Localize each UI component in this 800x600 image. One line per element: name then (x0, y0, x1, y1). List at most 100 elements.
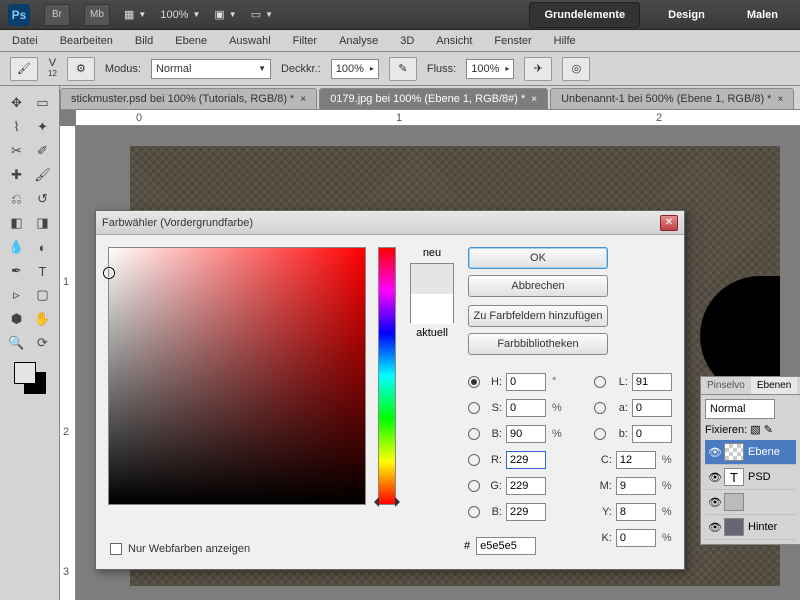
flow-input[interactable]: 100%▸ (466, 59, 514, 79)
screen-mode-dropdown[interactable]: ▭▼ (251, 8, 273, 21)
type-tool[interactable]: T (31, 260, 55, 282)
stamp-tool[interactable]: ⎌ (5, 188, 29, 210)
mode-dropdown[interactable]: Normal▼ (151, 59, 271, 79)
cancel-button[interactable]: Abbrechen (468, 275, 608, 297)
3d-tool[interactable]: ⬢ (5, 308, 29, 330)
input-m[interactable] (616, 477, 656, 495)
dialog-titlebar[interactable]: Farbwähler (Vordergrundfarbe) ✕ (96, 211, 684, 235)
zoom-tool[interactable]: 🔍 (5, 332, 29, 354)
blend-mode-dropdown[interactable]: Normal (705, 399, 775, 419)
input-s[interactable] (506, 399, 546, 417)
radio-lab-b[interactable] (594, 428, 606, 440)
path-tool[interactable]: ▹ (5, 284, 29, 306)
history-brush-tool[interactable]: ↺ (31, 188, 55, 210)
gradient-tool[interactable]: ◨ (31, 212, 55, 234)
workspace-grundelemente[interactable]: Grundelemente (529, 2, 640, 28)
layer-row[interactable]: 👁Hinter (705, 515, 796, 540)
close-icon[interactable]: × (300, 94, 306, 105)
menu-hilfe[interactable]: Hilfe (546, 32, 584, 50)
workspace-design[interactable]: Design (654, 3, 719, 27)
tab-ebenen[interactable]: Ebenen (751, 377, 797, 394)
input-y[interactable] (616, 503, 656, 521)
hue-slider[interactable] (378, 247, 396, 505)
close-icon[interactable]: × (531, 94, 537, 105)
dodge-tool[interactable]: ◐ (31, 236, 55, 258)
hand-tool[interactable]: ✋ (31, 308, 55, 330)
input-a[interactable] (632, 399, 672, 417)
web-colors-checkbox[interactable]: Nur Webfarben anzeigen (110, 543, 250, 555)
crop-tool[interactable]: ✂ (5, 140, 29, 162)
menu-analyse[interactable]: Analyse (331, 32, 386, 50)
layer-row[interactable]: 👁 (705, 490, 796, 515)
rotate-tool[interactable]: ⟳ (31, 332, 55, 354)
input-l[interactable] (632, 373, 672, 391)
menu-bild[interactable]: Bild (127, 32, 161, 50)
input-blue[interactable] (506, 503, 546, 521)
opacity-input[interactable]: 100%▸ (331, 59, 379, 79)
radio-s[interactable] (468, 402, 480, 414)
input-lab-b[interactable] (632, 425, 672, 443)
add-swatch-button[interactable]: Zu Farbfeldern hinzufügen (468, 305, 608, 327)
radio-b[interactable] (468, 428, 480, 440)
view-extras-dropdown[interactable]: ▣▼ (214, 8, 236, 21)
input-brightness[interactable] (506, 425, 546, 443)
menu-filter[interactable]: Filter (285, 32, 325, 50)
shape-tool[interactable]: ▢ (31, 284, 55, 306)
color-libraries-button[interactable]: Farbbibliotheken (468, 333, 608, 355)
menu-auswahl[interactable]: Auswahl (221, 32, 279, 50)
radio-bv[interactable] (468, 506, 480, 518)
tab-pinsel[interactable]: Pinselvo (701, 377, 751, 394)
layer-row[interactable]: 👁TPSD (705, 465, 796, 490)
move-tool[interactable]: ✥ (5, 92, 29, 114)
airbrush-toggle-icon[interactable]: ✈ (524, 57, 552, 81)
menu-datei[interactable]: Datei (4, 32, 46, 50)
brush-tool-icon[interactable]: 🖌 (10, 57, 38, 81)
input-k[interactable] (616, 529, 656, 547)
menu-bearbeiten[interactable]: Bearbeiten (52, 32, 121, 50)
radio-h[interactable] (468, 376, 480, 388)
layer-row[interactable]: 👁Ebene (705, 440, 796, 465)
opacity-pressure-icon[interactable]: ✎ (389, 57, 417, 81)
close-button[interactable]: ✕ (660, 215, 678, 231)
eyedropper-tool[interactable]: ✐ (31, 140, 55, 162)
brush-settings-icon[interactable]: ⚙ (67, 57, 95, 81)
document-tab[interactable]: stickmuster.psd bei 100% (Tutorials, RGB… (60, 88, 317, 109)
menu-ansicht[interactable]: Ansicht (428, 32, 480, 50)
pen-tool[interactable]: ✒ (5, 260, 29, 282)
tablet-pressure-icon[interactable]: ◎ (562, 57, 590, 81)
document-tab[interactable]: Unbenannt-1 bei 500% (Ebene 1, RGB/8) *× (550, 88, 794, 109)
visibility-icon[interactable]: 👁 (708, 496, 720, 509)
radio-l[interactable] (594, 376, 606, 388)
radio-a[interactable] (594, 402, 606, 414)
menu-fenster[interactable]: Fenster (486, 32, 539, 50)
input-hex[interactable] (476, 537, 536, 555)
bridge-button[interactable]: Br (44, 4, 70, 26)
color-swatches[interactable] (14, 362, 46, 394)
input-g[interactable] (506, 477, 546, 495)
input-r[interactable] (506, 451, 546, 469)
visibility-icon[interactable]: 👁 (708, 446, 720, 459)
blur-tool[interactable]: 💧 (5, 236, 29, 258)
color-cursor[interactable] (104, 268, 114, 278)
close-icon[interactable]: × (777, 94, 783, 105)
visibility-icon[interactable]: 👁 (708, 521, 720, 534)
visibility-icon[interactable]: 👁 (708, 471, 720, 484)
menu-3d[interactable]: 3D (392, 32, 422, 50)
marquee-tool[interactable]: ▭ (31, 92, 55, 114)
input-h[interactable] (506, 373, 546, 391)
healing-tool[interactable]: ✚ (5, 164, 29, 186)
view-layout-dropdown[interactable]: ▦▼ (124, 8, 146, 21)
input-c[interactable] (616, 451, 656, 469)
lasso-tool[interactable]: ⌇ (5, 116, 29, 138)
color-field[interactable] (108, 247, 366, 505)
minibridge-button[interactable]: Mb (84, 4, 110, 26)
radio-g[interactable] (468, 480, 480, 492)
radio-r[interactable] (468, 454, 480, 466)
workspace-malen[interactable]: Malen (733, 3, 792, 27)
menu-ebene[interactable]: Ebene (167, 32, 215, 50)
brush-tool[interactable]: 🖌 (31, 164, 55, 186)
wand-tool[interactable]: ✦ (31, 116, 55, 138)
document-tab[interactable]: 0179.jpg bei 100% (Ebene 1, RGB/8#) *× (319, 88, 548, 109)
eraser-tool[interactable]: ◧ (5, 212, 29, 234)
zoom-dropdown[interactable]: 100%▼ (160, 9, 200, 21)
